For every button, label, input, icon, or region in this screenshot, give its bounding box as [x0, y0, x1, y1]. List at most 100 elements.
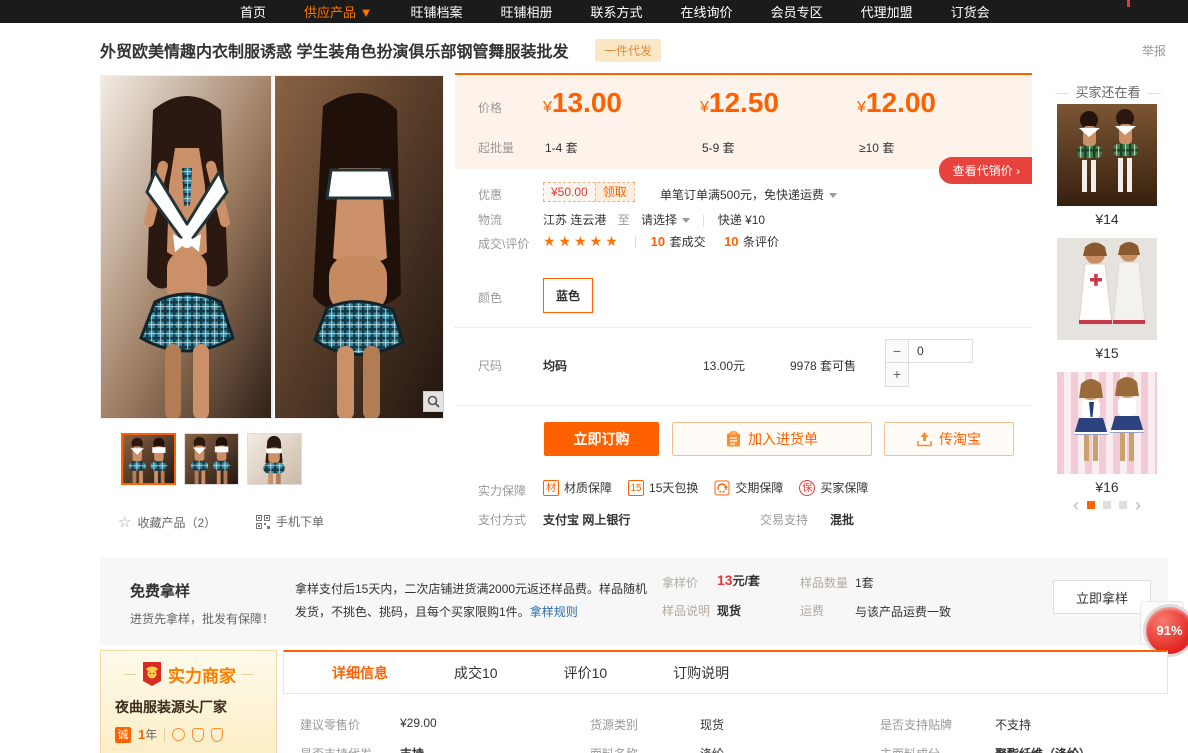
detail-value: 不支持 [995, 716, 1031, 733]
fifteen-day-return[interactable]: 1515天包换 [628, 479, 698, 496]
medal-icon [172, 728, 185, 741]
page-title: 外贸欧美情趣内衣制服诱惑 学生装角色扮演俱乐部钢管舞服装批发 [100, 38, 568, 62]
free-sample-section: 免费拿样 进货先拿样，批发有保障！ 拿样支付后15天内，二次店铺进货满2000元… [100, 558, 1168, 645]
add-to-cart-button[interactable]: 加入进货单 [672, 422, 872, 456]
divider [635, 236, 636, 248]
detail-value: ¥29.00 [400, 716, 437, 730]
order-now-button[interactable]: 立即订购 [544, 422, 659, 456]
price-tier-1: ¥13.00 [543, 87, 622, 119]
page-dot-2[interactable] [1103, 501, 1111, 509]
material-icon: 材 [543, 480, 559, 496]
moq-label: 起批量 [478, 139, 514, 156]
upload-icon [917, 431, 932, 447]
magnifier-icon[interactable] [423, 391, 444, 412]
price-tier-3: ¥12.00 [857, 87, 936, 119]
strength-guarantee-label: 实力保障 [478, 482, 540, 499]
view-agent-price-button[interactable]: 查看代销价 › [939, 157, 1032, 184]
color-label: 颜色 [478, 289, 540, 306]
coupon-desc[interactable]: 单笔订单满500元，免快递运费 [660, 186, 837, 203]
nav-order-fair[interactable]: 订货会 [951, 2, 1016, 21]
related-price-2: ¥15 [1057, 345, 1157, 361]
thumbnail-3[interactable] [247, 433, 302, 485]
top-nav: 首页 供应产品 ▼ 旺铺档案 旺铺相册 联系方式 在线询价 会员专区 代理加盟 … [0, 0, 1188, 23]
nav-products[interactable]: 供应产品 ▼ [304, 2, 398, 21]
sidebar-title: 买家还在看 [1048, 82, 1168, 101]
detail-value: 涤纶 [700, 745, 724, 753]
nav-home[interactable]: 首页 [240, 2, 292, 21]
buyer-guarantee[interactable]: 保买家保障 [799, 479, 868, 496]
quantity-input[interactable] [909, 339, 973, 363]
tab-detail-info[interactable]: 详细信息 [314, 663, 406, 683]
dropship-badge: 一件代发 [595, 39, 661, 62]
related-image-2[interactable] [1057, 238, 1157, 340]
seller-name[interactable]: 夜曲服装源头厂家 [115, 697, 276, 717]
mobile-order-label: 手机下单 [276, 513, 324, 530]
nav-shop-album[interactable]: 旺铺相册 [501, 2, 579, 21]
coupon-get-button[interactable]: 领取 [595, 183, 634, 201]
integrity-icon[interactable]: 诚 [115, 727, 131, 743]
prev-arrow-icon[interactable]: ‹ [1073, 498, 1079, 512]
payment-label: 支付方式 [478, 511, 540, 528]
logistics-dest-select[interactable]: 请选择 [641, 213, 677, 227]
rating-label: 成交\评价 [478, 235, 540, 252]
thumbnail-2[interactable] [184, 433, 239, 485]
star-icon: ☆ [118, 513, 131, 531]
main-product-image[interactable] [100, 75, 444, 419]
mobile-order[interactable]: 手机下单 [256, 513, 324, 530]
sample-ship-value: 与该产品运费一致 [855, 602, 951, 623]
color-option-blue[interactable]: 蓝色 [543, 278, 593, 313]
satisfaction-badge[interactable]: 91% [1146, 607, 1188, 654]
review-text: 条评价 [743, 235, 779, 249]
report-link[interactable]: 举报 [1142, 42, 1166, 59]
sample-desc: 拿样支付后15天内，二次店铺进货满2000元返还样品费。样品随机发货，不挑色、挑… [295, 578, 650, 624]
related-image-3[interactable] [1057, 372, 1157, 474]
tab-reviews[interactable]: 评价10 [546, 663, 626, 683]
detail-tabs: 详细信息 成交10 评价10 订购说明 [283, 650, 1168, 694]
chevron-down-icon [829, 193, 837, 198]
logistics-row: 江苏 连云港 至 请选择 快递 ¥10 [543, 211, 765, 228]
delivery-guarantee-icon [714, 480, 730, 496]
favorite-label: 收藏产品（2） [137, 514, 216, 531]
page-dot-3[interactable] [1119, 501, 1127, 509]
material-guarantee[interactable]: 材材质保障 [543, 479, 612, 496]
page-dot-1[interactable] [1087, 501, 1095, 509]
next-arrow-icon[interactable]: › [1135, 498, 1141, 512]
sample-rule-link[interactable]: 拿样规则 [530, 605, 578, 619]
deal-count[interactable]: 10 [651, 234, 665, 249]
guarantee-row: 材材质保障 1515天包换 交期保障 保买家保障 [543, 479, 884, 496]
quantity-plus-button[interactable]: + [885, 363, 909, 387]
tab-order-notes[interactable]: 订购说明 [655, 663, 747, 683]
product-photo-illustration [101, 76, 444, 419]
sample-desc-value: 现货 [717, 602, 741, 619]
quantity-minus-button[interactable]: − [885, 339, 909, 363]
nav-contact[interactable]: 联系方式 [591, 2, 669, 21]
detail-label: 建议零售价 [300, 716, 360, 733]
get-sample-button[interactable]: 立即拿样 [1053, 580, 1151, 614]
nav-inquiry[interactable]: 在线询价 [681, 2, 759, 21]
strength-merchant-label: 实力商家 [168, 662, 236, 687]
thumbnail-1[interactable] [121, 433, 176, 485]
review-count[interactable]: 10 [724, 234, 738, 249]
tab-deals[interactable]: 成交10 [436, 663, 516, 683]
price-box: 价格 ¥13.00 ¥12.50 ¥12.00 起批量 1-4 套 5-9 套 … [455, 73, 1032, 169]
detail-label: 主面料成分 [880, 745, 940, 753]
payment-methods: 支付宝 网上银行 [543, 511, 630, 528]
delivery-guarantee[interactable]: 交期保障 [714, 479, 783, 496]
nav-member-zone[interactable]: 会员专区 [771, 2, 849, 21]
nav-agent[interactable]: 代理加盟 [861, 2, 939, 21]
send-to-taobao-button[interactable]: 传淘宝 [884, 422, 1014, 456]
coupon-chip[interactable]: ¥50.00 领取 [543, 182, 635, 202]
moq-tier-3: ≥10 套 [859, 139, 894, 156]
favorite-product[interactable]: ☆ 收藏产品（2） [118, 513, 216, 531]
seller-badges: 诚 1年 [115, 726, 276, 743]
shield-icon-1 [192, 728, 204, 742]
qr-code-icon [256, 515, 270, 529]
divider [703, 215, 704, 227]
nav-shop-profile[interactable]: 旺铺档案 [411, 2, 489, 21]
detail-value: 现货 [700, 716, 724, 733]
detail-value: 聚酯纤维（涤纶） [995, 745, 1091, 753]
detail-value: 支持 [400, 745, 424, 753]
buyer-protect-icon: 保 [799, 480, 815, 496]
related-image-1[interactable] [1057, 104, 1157, 206]
sidebar-pagination: ‹ › [1057, 498, 1157, 512]
